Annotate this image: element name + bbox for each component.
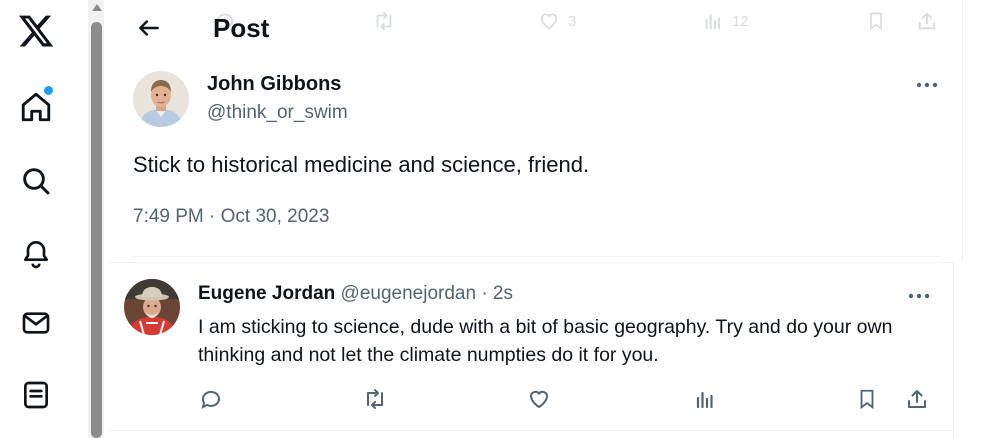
list-icon[interactable] (14, 373, 58, 417)
avatar[interactable] (133, 71, 189, 127)
more-options-button[interactable] (900, 283, 938, 309)
arrow-left-icon (139, 20, 159, 36)
x-logo-icon[interactable] (14, 9, 58, 53)
more-options-button[interactable] (908, 72, 946, 98)
reply-border (953, 262, 954, 438)
views-icon (696, 391, 713, 409)
side-nav (0, 0, 72, 438)
mail-icon[interactable] (14, 301, 58, 345)
reply-author-name[interactable]: Eugene Jordan (198, 283, 335, 304)
post-header: Post (105, 0, 962, 58)
bookmark-button[interactable] (852, 384, 882, 414)
reply-author-handle[interactable]: @eugenejordan (341, 283, 477, 304)
notification-dot (43, 85, 54, 96)
share-button[interactable] (902, 384, 932, 414)
retweet-button[interactable] (360, 384, 390, 414)
post-text: Stick to historical medicine and science… (133, 152, 590, 177)
page-title: Post (213, 13, 270, 43)
author-name[interactable]: John Gibbons (207, 73, 341, 96)
bookmark-icon (860, 389, 874, 410)
avatar[interactable] (124, 279, 180, 335)
column-border (962, 0, 963, 262)
more-icon (916, 82, 938, 88)
retweet-icon (367, 389, 383, 409)
views-button[interactable] (690, 384, 720, 414)
scrollbar-thumb[interactable] (91, 22, 102, 438)
reply-icon (201, 390, 220, 409)
reply-button[interactable] (196, 384, 226, 414)
divider (133, 256, 940, 257)
author-handle[interactable]: @think_or_swim (207, 102, 348, 124)
reply-border (106, 430, 954, 431)
post-timestamp[interactable]: 7:49 PM · Oct 30, 2023 (133, 206, 329, 228)
reply-border (106, 262, 954, 263)
scroll-up-arrow-icon[interactable] (92, 4, 102, 11)
reply-text: I am sticking to science, dude with a bi… (198, 316, 893, 366)
like-button[interactable] (524, 384, 554, 414)
search-icon[interactable] (14, 159, 58, 203)
home-icon[interactable] (14, 85, 58, 129)
bell-icon[interactable] (14, 231, 58, 275)
reply-header: Eugene Jordan @eugenejordan · 2s (198, 283, 513, 305)
share-icon (908, 390, 926, 408)
like-icon (529, 390, 549, 409)
reply-time[interactable]: · 2s (481, 283, 513, 304)
more-icon (908, 293, 930, 299)
back-button[interactable] (129, 8, 169, 48)
